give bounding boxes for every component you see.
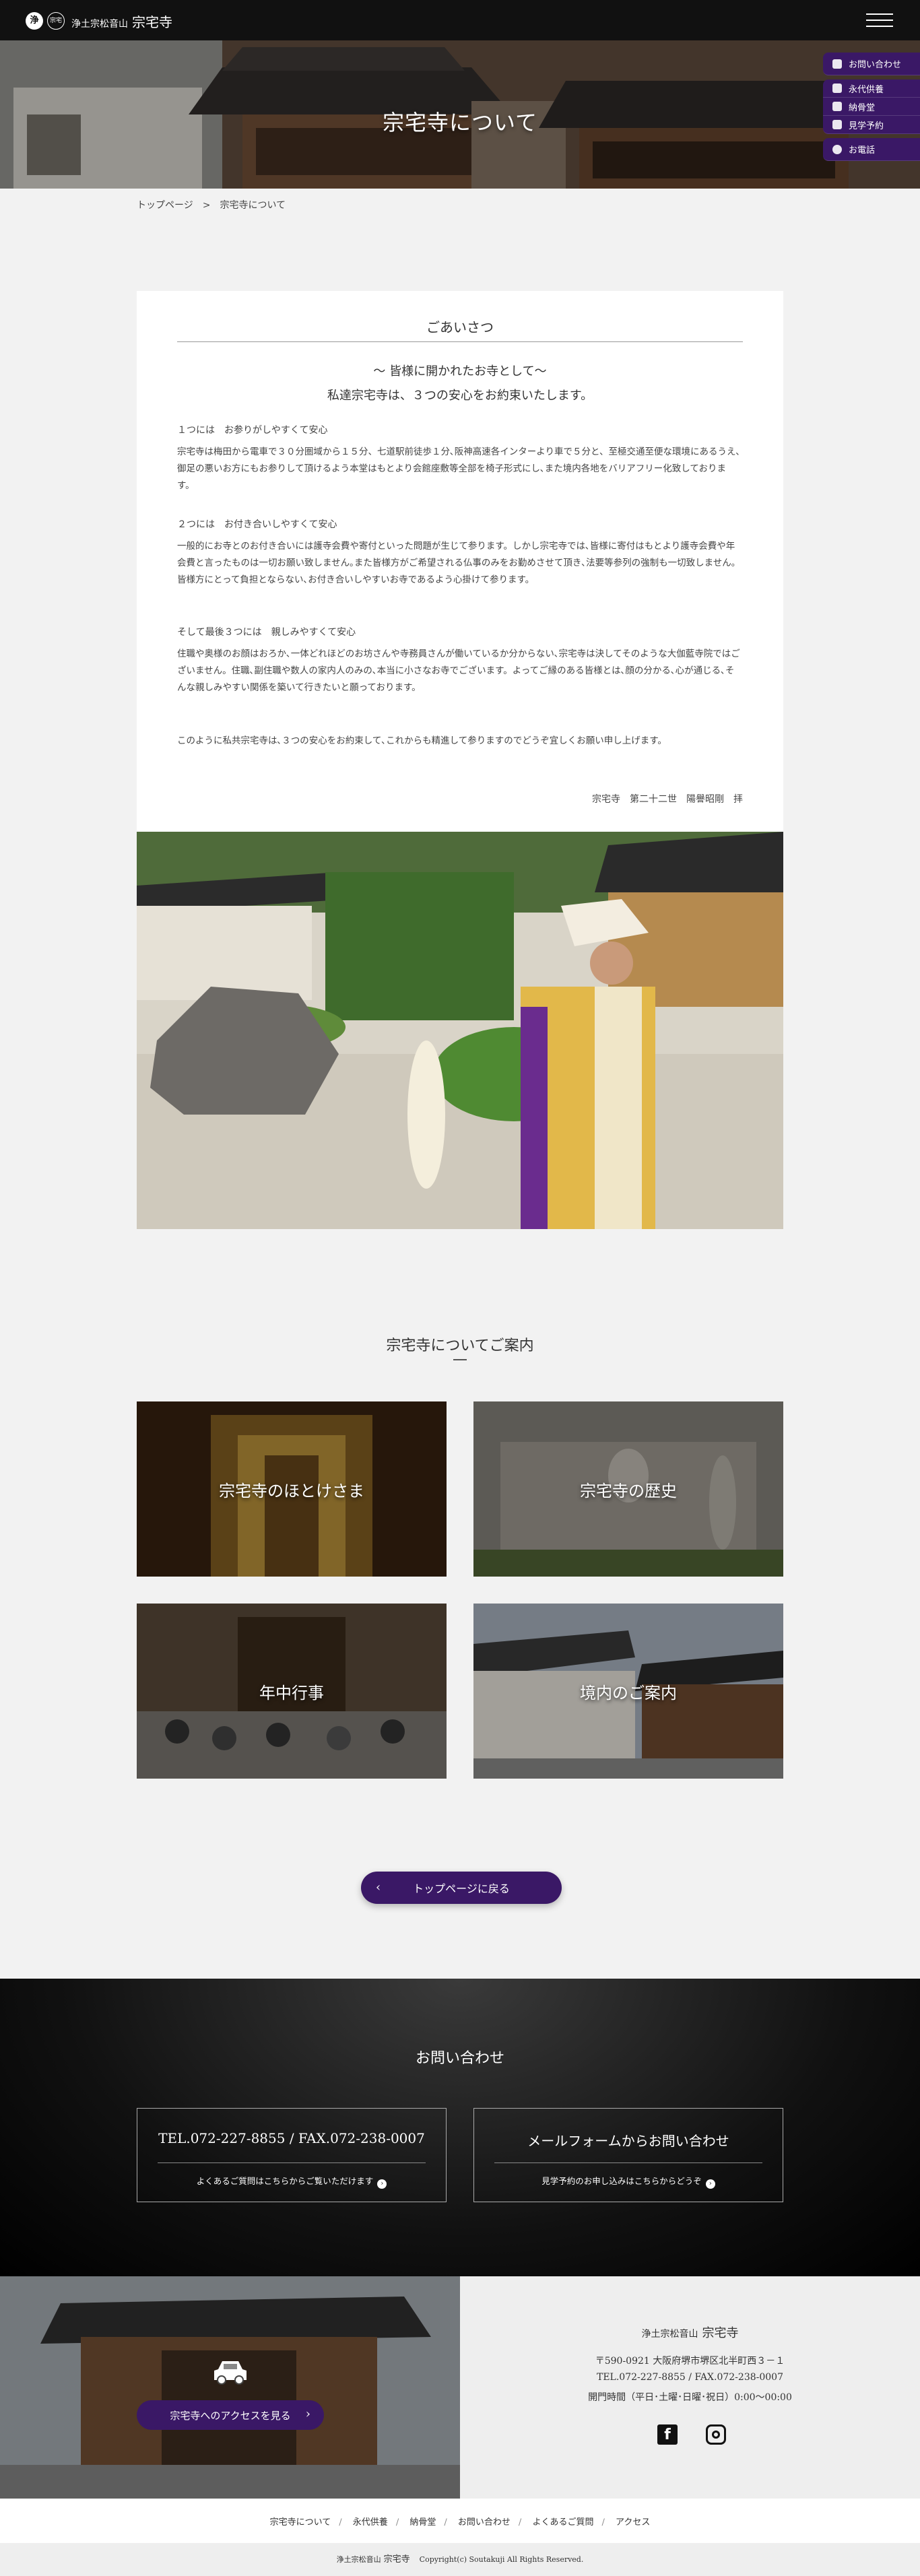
page-title: 宗宅寺について	[382, 110, 538, 135]
footer-temple-name: 浄土宗松音山 宗宅寺	[641, 2326, 739, 2340]
point3-heading: そして最後３つには 親しみやすくて安心	[177, 627, 356, 638]
sidenav-item-visit[interactable]: 見学予約	[823, 116, 920, 134]
access-button[interactable]: 宗宅寺へのアクセスを見る ›	[137, 2400, 324, 2430]
sidenav-item-phone[interactable]: お電話	[823, 138, 920, 161]
mail-contact-box[interactable]: メールフォームからお問い合わせ 見学予約のお申し込みはこちらからどうぞ ›	[473, 2108, 783, 2202]
car-icon	[214, 2361, 247, 2385]
opening-hours: 開門時間（平日･土曜･日曜･祝日）0:00〜00:00	[588, 2392, 792, 2403]
side-quick-nav: お問い合わせ 永代供養 納骨堂 見学予約 お電話	[823, 53, 920, 161]
arrow-right-icon: ›	[377, 2179, 387, 2189]
copyright-text: Copyright(c) Soutakuji All Rights Reserv…	[419, 2555, 584, 2564]
divider	[177, 341, 743, 342]
phone-contact-box[interactable]: TEL.072-227-8855 / FAX.072-238-0007 よくある…	[137, 2108, 447, 2202]
point1-body: 宗宅寺は梅田から電車で３０分圏域から１５分、七道駅前徒歩１分､阪神高速各インター…	[177, 447, 741, 491]
access-info-panel	[460, 2276, 920, 2499]
divider	[453, 1359, 467, 1360]
sidenav-item-eitai[interactable]: 永代供養	[823, 79, 920, 98]
breadcrumb: トップページ > 宗宅寺について	[137, 198, 295, 211]
contact-title: お問い合わせ	[415, 2050, 504, 2067]
point1-heading: １つには お参りがしやすくて安心	[177, 425, 328, 436]
back-to-top-button[interactable]: ‹ トップページに戻る	[361, 1872, 562, 1904]
facebook-icon[interactable]: f	[657, 2424, 678, 2445]
point3-body: 住職や奥様のお顔はおろか､一体どれほどのお坊さんや寺務員さんが働いているか分から…	[177, 649, 740, 693]
tile-label: 境内のご案内	[580, 1683, 677, 1703]
tile-grounds[interactable]: 境内のご案内	[473, 1604, 783, 1779]
footer-link-contact[interactable]: お問い合わせ	[458, 2517, 511, 2528]
mail-icon	[832, 59, 842, 69]
site-header: 浄 宗宅 浄土宗松音山 宗宅寺	[0, 0, 920, 40]
tile-label: 年中行事	[259, 1683, 324, 1703]
site-title-sub: 浄土宗松音山	[71, 19, 128, 30]
chevron-left-icon: ‹	[376, 1880, 381, 1894]
guide-section-title: 宗宅寺についてご案内	[386, 1337, 534, 1354]
sidenav-item-contact[interactable]: お問い合わせ	[823, 53, 920, 75]
tile-buddha[interactable]: 宗宅寺のほとけさま	[137, 1401, 447, 1577]
address: 〒590-0921 大阪府堺市堺区北半町西３－１	[595, 2356, 785, 2367]
lotus-icon	[832, 84, 842, 93]
temple-crest-icon[interactable]: 浄	[26, 12, 43, 30]
arrow-right-icon: ›	[705, 2179, 715, 2189]
greeting-signature: 宗宅寺 第二十二世 陽譽昭剛 拝	[592, 794, 743, 805]
sidenav-item-nokotsudo[interactable]: 納骨堂	[823, 98, 920, 116]
faq-link[interactable]: よくあるご質問はこちらからご覧いただけます ›	[137, 2174, 446, 2189]
point2-heading: ２つには お付き合いしやすくて安心	[177, 519, 337, 530]
hero-banner: 宗宅寺について	[0, 40, 920, 189]
footer-link-faq[interactable]: よくあるご質問	[532, 2517, 593, 2528]
mailform-link[interactable]: メールフォームからお問い合わせ	[474, 2130, 783, 2150]
breadcrumb-separator: >	[202, 200, 211, 211]
phone-icon	[832, 144, 842, 154]
tile-label: 宗宅寺の歴史	[580, 1481, 677, 1500]
temple-seal-icon[interactable]: 宗宅	[47, 12, 65, 30]
tel-fax[interactable]: TEL.072-227-8855 / FAX.072-238-0007	[460, 2372, 920, 2383]
point2-body: 一般的にお寺とのお付き合いには護寺会費や寄付といった問題が生じて参ります。しかし…	[177, 541, 736, 585]
hamburger-menu-icon[interactable]	[866, 11, 893, 30]
phone-fax-number[interactable]: TEL.072-227-8855 / FAX.072-238-0007	[137, 2130, 446, 2146]
breadcrumb-home-link[interactable]: トップページ	[137, 200, 193, 211]
calendar-icon	[832, 120, 842, 129]
footer-link-access[interactable]: アクセス	[616, 2517, 650, 2528]
tile-events[interactable]: 年中行事	[137, 1604, 447, 1779]
greeting-lead-promise: 私達宗宅寺は、３つの安心をお約束いたします。	[327, 389, 593, 403]
instagram-icon[interactable]	[706, 2424, 726, 2445]
footer-link-eitai[interactable]: 永代供養	[353, 2517, 388, 2528]
greeting-title: ごあいさつ	[426, 319, 494, 335]
tile-label: 宗宅寺のほとけさま	[219, 1481, 364, 1500]
tile-history[interactable]: 宗宅寺の歴史	[473, 1401, 783, 1577]
chevron-right-icon: ›	[305, 2407, 310, 2421]
footer-link-nokotsudo[interactable]: 納骨堂	[409, 2517, 436, 2528]
building-icon	[832, 102, 842, 111]
priest-garden-photo	[137, 832, 783, 1229]
breadcrumb-current: 宗宅寺について	[220, 200, 286, 211]
greeting-closing: このように私共宗宅寺は､３つの安心をお約束して､これからも精進して参りますのでど…	[177, 735, 667, 746]
temple-gate-photo	[0, 2276, 460, 2499]
footer-link-about[interactable]: 宗宅寺について	[270, 2517, 331, 2528]
divider	[158, 2162, 426, 2163]
site-title-main: 宗宅寺	[132, 14, 172, 30]
divider	[494, 2162, 762, 2163]
visit-reservation-link[interactable]: 見学予約のお申し込みはこちらからどうぞ ›	[474, 2174, 783, 2189]
footer-nav: 宗宅寺について / 永代供養 / 納骨堂 / お問い合わせ / よくあるご質問 / アクセ…	[0, 2499, 920, 2543]
greeting-lead: ～ 皆様に開かれたお寺として～	[373, 364, 547, 378]
copyright-bar: 浄土宗松音山 宗宅寺 Copyright(c) Soutakuji All Righ…	[0, 2543, 920, 2576]
site-title[interactable]: 浄土宗松音山 宗宅寺	[71, 11, 172, 31]
